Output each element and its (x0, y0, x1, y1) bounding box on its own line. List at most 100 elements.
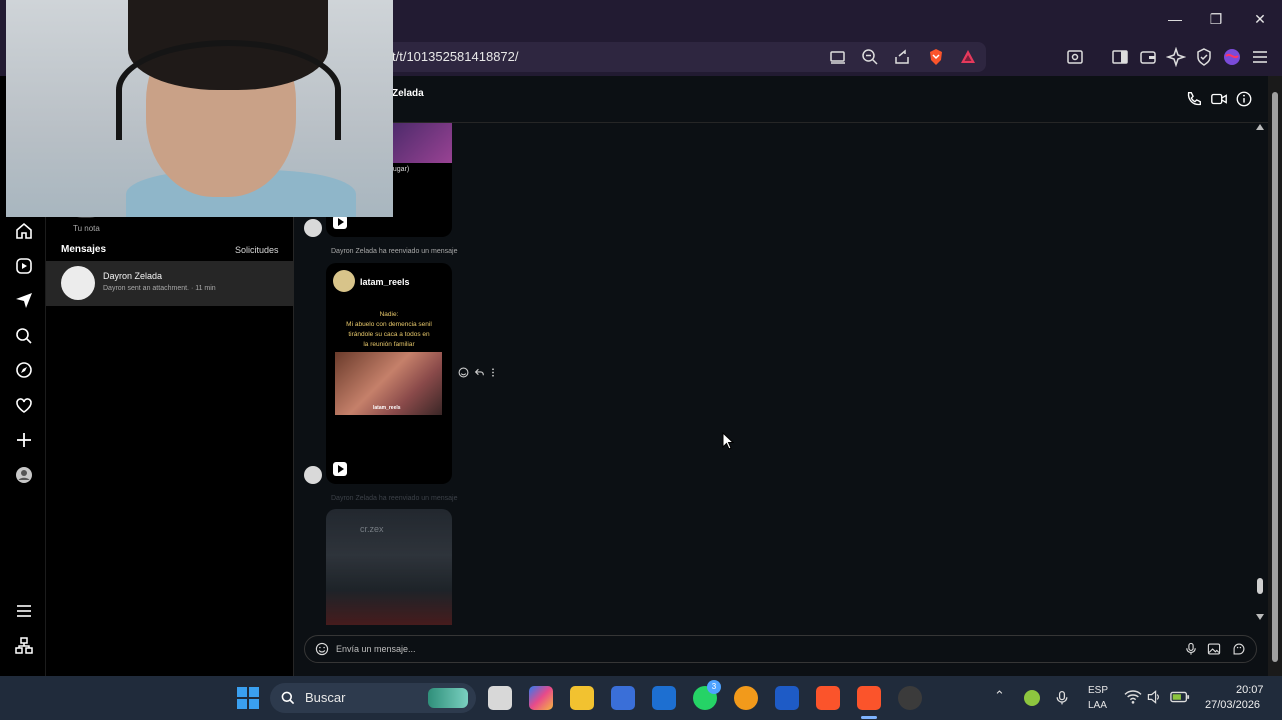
reel-thumbnail: latam_reels (335, 352, 442, 415)
reel-account-avatar (333, 270, 355, 292)
home-icon[interactable] (14, 221, 34, 241)
outlook-icon[interactable] (652, 686, 676, 710)
battery-icon[interactable] (1170, 689, 1190, 705)
reply-icon[interactable] (474, 367, 485, 378)
page-scrollbar[interactable] (1268, 76, 1282, 676)
whatsapp-badge: 3 (707, 680, 721, 694)
taskbar-search[interactable]: Buscar (270, 683, 476, 713)
microphone-icon[interactable] (1054, 689, 1070, 707)
wifi-icon[interactable] (1124, 689, 1142, 705)
chat-header-name[interactable]: Zelada (392, 88, 424, 99)
restore-button[interactable]: ❐ (1204, 8, 1228, 30)
close-button[interactable]: ✕ (1248, 8, 1272, 30)
share-icon[interactable] (892, 47, 912, 67)
keyboard-layout[interactable]: LAA (1088, 700, 1107, 711)
vpn-shield-icon[interactable] (1194, 47, 1214, 67)
image-upload-icon[interactable] (1207, 642, 1221, 656)
tray-chevron-icon[interactable]: ⌃ (994, 688, 1005, 704)
scroll-down-arrow-icon[interactable] (1256, 614, 1264, 620)
windows-start-icon[interactable] (236, 686, 260, 710)
message-composer[interactable]: Envía un mensaje... (304, 635, 1257, 663)
page-scroll-thumb[interactable] (1272, 92, 1278, 662)
task-view-icon[interactable] (488, 686, 512, 710)
conversation-name: Dayron Zelada (103, 271, 163, 281)
screenshot-icon[interactable] (1065, 47, 1085, 67)
sidebar-toggle-icon[interactable] (1110, 47, 1130, 67)
reel-caption: Nadie: Mi abuelo con demencia senil tirá… (346, 311, 432, 348)
reel-play-icon (333, 215, 347, 229)
sticker-icon[interactable] (1232, 642, 1246, 656)
video-call-icon[interactable] (1210, 90, 1228, 108)
reel-watermark: latam_reels (373, 405, 401, 411)
active-app-indicator (861, 716, 877, 719)
volume-icon[interactable] (1146, 689, 1162, 705)
brave-browser-active-icon[interactable] (857, 686, 881, 710)
profile-avatar-icon[interactable] (1222, 47, 1242, 67)
scroll-up-arrow-icon[interactable] (1256, 124, 1264, 130)
zoom-icon[interactable] (860, 47, 880, 67)
chat-panel: Zelada so jugar) Dayron Zelada ha reenvi… (294, 76, 1268, 676)
sender-avatar (304, 466, 322, 484)
brave-rewards-icon[interactable] (958, 47, 978, 67)
notifications-heart-icon[interactable] (14, 395, 34, 415)
forward-notice: Dayron Zelada ha reenviado un mensaje (331, 495, 458, 502)
copilot-icon[interactable] (529, 686, 553, 710)
reels-icon[interactable] (14, 256, 34, 276)
requests-link[interactable]: Solicitudes (235, 245, 279, 255)
explore-icon[interactable] (14, 360, 34, 380)
wallet-icon[interactable] (1138, 47, 1158, 67)
windows-taskbar: Buscar 3 ⌃ ESP LAA 20:07 27/03/2026 (0, 676, 1282, 720)
reel-account-name: latam_reels (360, 277, 410, 287)
forwarded-reel-card-bottom[interactable]: cr.zex (326, 509, 452, 625)
info-icon[interactable] (1235, 90, 1253, 108)
tray-app-icon[interactable] (1024, 690, 1040, 706)
search-icon[interactable] (14, 326, 34, 346)
forwarded-reel-card[interactable]: latam_reels Nadie: Mi abuelo con demenci… (326, 263, 452, 484)
file-explorer-icon[interactable] (570, 686, 594, 710)
chat-scrollbar[interactable] (1256, 124, 1264, 624)
obs-icon[interactable] (898, 686, 922, 710)
more-options-icon[interactable] (490, 367, 496, 378)
sender-avatar (304, 219, 322, 237)
minimize-button[interactable]: — (1163, 8, 1187, 30)
vpn-app-icon[interactable] (734, 686, 758, 710)
headphones (116, 40, 341, 140)
voice-call-icon[interactable] (1185, 90, 1203, 108)
avatar (61, 266, 95, 300)
taskbar-search-label: Buscar (305, 690, 346, 705)
react-emoji-icon[interactable] (458, 367, 469, 378)
emoji-picker-icon[interactable] (315, 642, 329, 656)
reel-play-icon (333, 462, 347, 476)
scroll-thumb[interactable] (1257, 578, 1263, 594)
search-highlight-image (428, 688, 468, 708)
cast-icon[interactable] (828, 47, 848, 67)
conversation-preview: Dayron sent an attachment. · 11 min (103, 285, 216, 292)
language-code[interactable]: ESP (1088, 685, 1108, 696)
more-menu-icon[interactable] (14, 601, 34, 621)
url-text[interactable]: t/t/101352581418872/ (392, 49, 519, 64)
webcam-overlay (6, 0, 393, 217)
messages-icon[interactable] (14, 290, 34, 310)
mouse-cursor-icon (722, 432, 734, 450)
chat-header: Zelada (294, 76, 1268, 123)
reel-account-name: cr.zex (360, 524, 384, 534)
menu-icon[interactable] (1250, 47, 1270, 67)
whatsapp-icon[interactable]: 3 (693, 680, 721, 710)
message-input[interactable]: Envía un mensaje... (336, 644, 416, 654)
forward-notice: Dayron Zelada ha reenviado un mensaje (331, 248, 458, 255)
microsoft-store-icon[interactable] (611, 686, 635, 710)
messages-heading: Mensajes (61, 244, 107, 255)
brave-shield-icon[interactable] (926, 47, 946, 67)
conversation-item[interactable]: Dayron Zelada Dayron sent an attachment.… (46, 261, 294, 306)
clock-date[interactable]: 27/03/2026 (1205, 699, 1260, 711)
clock-time[interactable]: 20:07 (1236, 684, 1264, 696)
leo-ai-icon[interactable] (1166, 47, 1186, 67)
word-icon[interactable] (775, 686, 799, 710)
address-bar[interactable]: t/t/101352581418872/ (300, 42, 986, 72)
create-plus-icon[interactable] (14, 430, 34, 450)
microphone-icon[interactable] (1184, 642, 1198, 656)
meta-apps-icon[interactable] (14, 636, 34, 656)
profile-icon[interactable] (14, 465, 34, 485)
reel-thumbnail (390, 123, 452, 163)
brave-browser-icon[interactable] (816, 686, 840, 710)
